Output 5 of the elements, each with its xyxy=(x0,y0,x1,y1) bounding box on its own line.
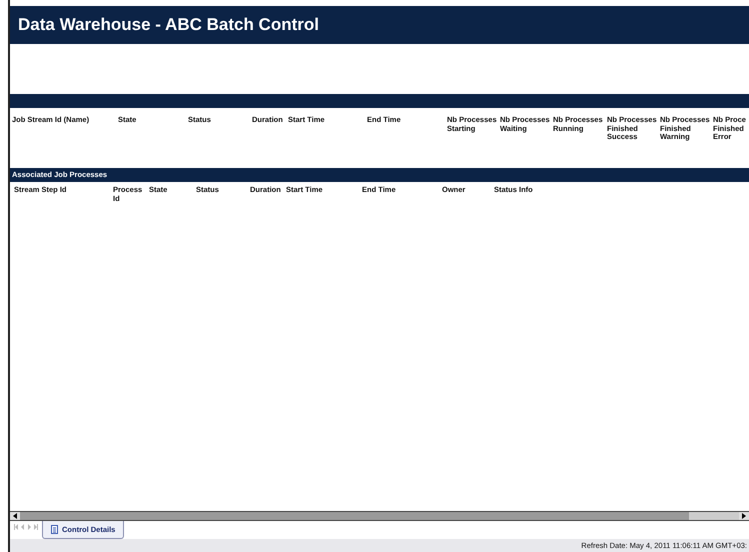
scroll-right-icon[interactable] xyxy=(739,512,749,520)
window-title: Data Warehouse - ABC Batch Control xyxy=(10,6,749,44)
scroll-left-icon[interactable] xyxy=(10,512,20,520)
horizontal-scrollbar[interactable] xyxy=(10,511,749,521)
document-icon xyxy=(51,525,58,534)
